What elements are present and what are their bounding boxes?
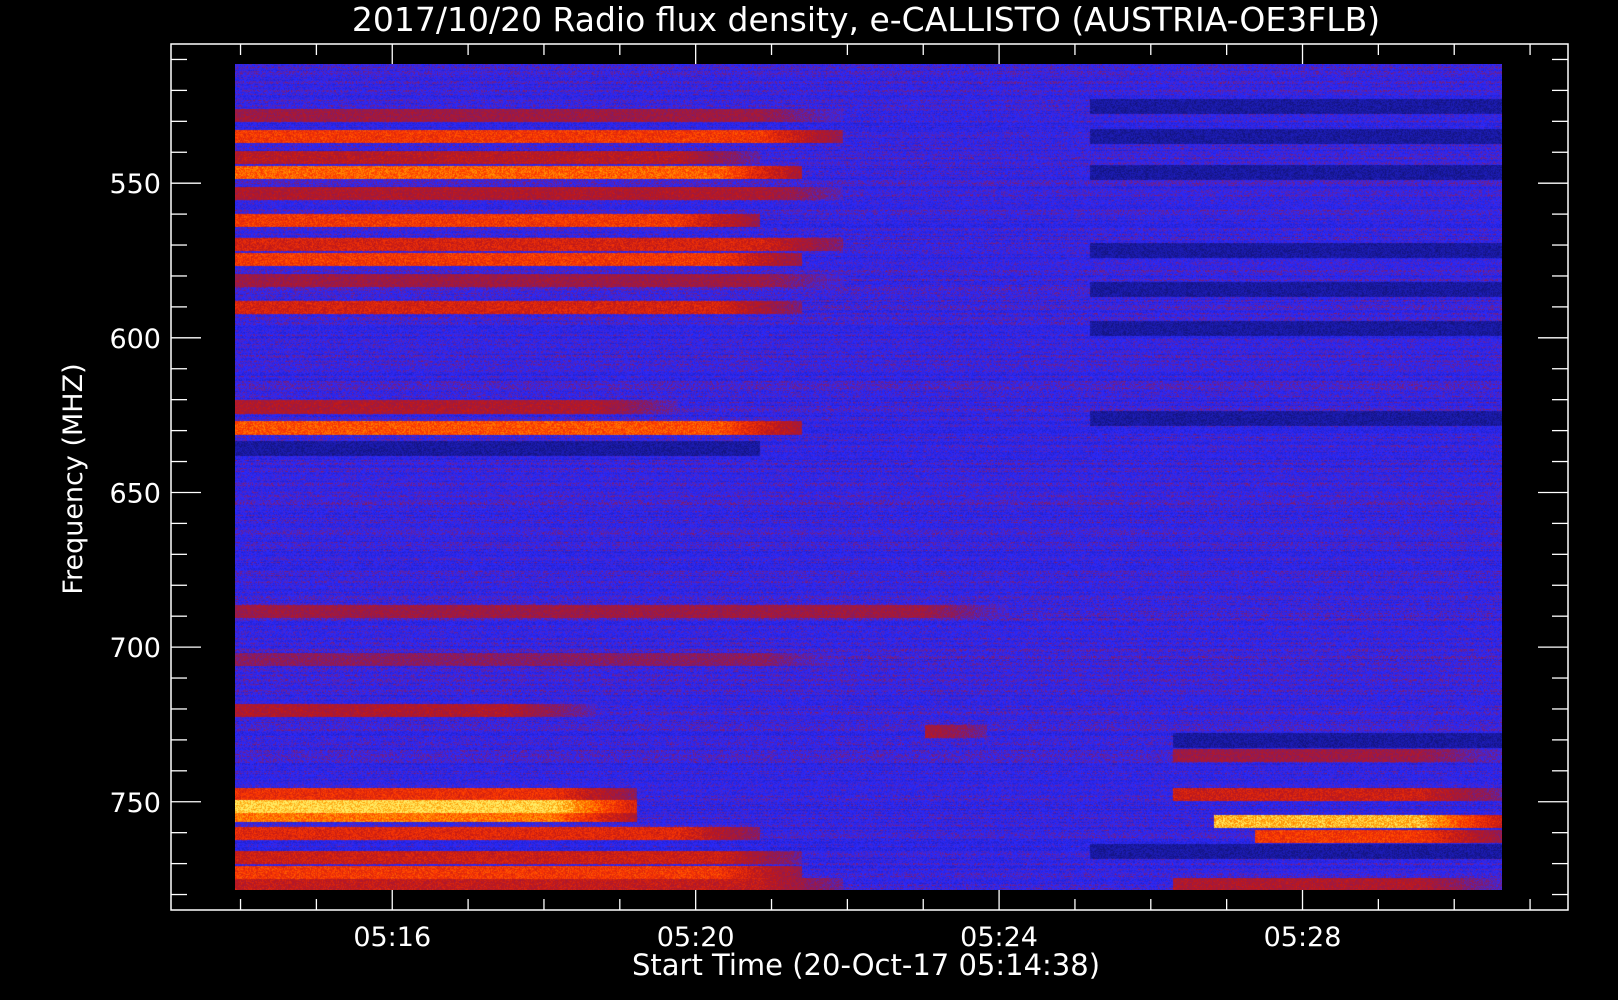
- y-tick-label: 750: [109, 788, 161, 819]
- x-tick-label: 05:28: [1264, 922, 1342, 953]
- spectrogram-image: [235, 64, 1502, 890]
- y-axis-label: Frequency (MHZ): [58, 363, 89, 594]
- x-axis-label: Start Time (20-Oct-17 05:14:38): [632, 948, 1100, 982]
- chart-title: 2017/10/20 Radio flux density, e-CALLIST…: [352, 0, 1380, 39]
- y-tick-label: 550: [109, 169, 161, 200]
- y-tick-label: 600: [109, 324, 161, 355]
- x-tick-label: 05:16: [353, 922, 431, 953]
- y-tick-label: 650: [109, 478, 161, 509]
- y-tick-label: 700: [109, 633, 161, 664]
